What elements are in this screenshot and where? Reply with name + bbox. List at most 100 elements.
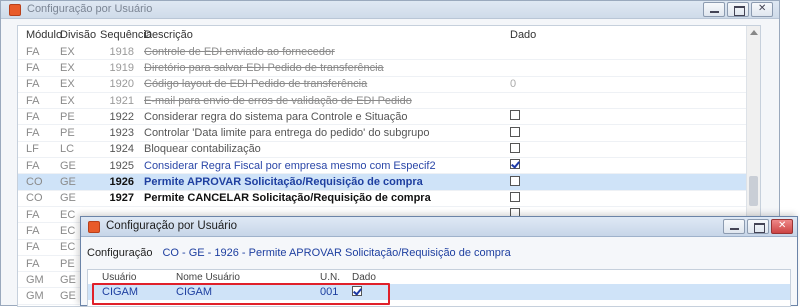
close-icon[interactable] [751,2,773,17]
user-config-dialog: Configuração por Usuário Configuração CO… [80,216,798,307]
user-grid: Usuário Nome Usuário U.N. Dado CIGAM CIG… [87,269,791,307]
modulo-cell: FA [26,78,40,91]
scrollbar-thumb[interactable] [749,176,758,206]
dado-cell: 0 [510,78,517,91]
table-row[interactable]: FA PE 1923 Controlar 'Data limite para entr… [18,125,760,142]
modulo-cell: GM [26,290,44,303]
dialog-title: Configuração por Usuário [106,220,238,232]
table-row[interactable]: FA EX 1920 Código layout de EDI Pedido de t… [18,77,760,93]
divisao-cell: EX [60,94,75,107]
sequencia-cell: 1926 [109,176,134,189]
modulo-cell: FA [26,224,40,237]
dado-checkbox[interactable] [510,175,520,186]
modulo-cell: FA [26,127,40,140]
column-header-dado[interactable]: Dado [502,29,562,41]
modulo-cell: GM [26,273,44,286]
close-icon[interactable] [771,219,793,234]
dado-cell [502,191,562,205]
dado-cell [502,126,562,140]
table-row[interactable]: CO GE 1927 Permite CANCELAR Solicitação/Req… [18,191,760,207]
modulo-cell: FA [26,159,40,172]
descricao-cell: Considerar regra do sistema para Control… [144,110,408,123]
descricao-cell: Código layout de EDI Pedido de transferê… [144,78,368,91]
minimize-icon[interactable] [703,2,725,17]
config-value: CO - GE - 1926 - Permite APROVAR Solicit… [162,247,511,259]
table-row[interactable]: CO GE 1926 Permite APROVAR Solicitação/Requ… [18,174,760,191]
column-header-sequencia[interactable]: Sequência [96,29,152,41]
grid-header: Módulo Divisão Sequência Descrição Dado [18,26,760,44]
table-row[interactable]: FA EX 1921 E-mail para envio de erros de va… [18,93,760,110]
column-header-descricao[interactable]: Descrição [142,29,502,41]
descricao-cell: E-mail para envio de erros de validação … [144,94,412,107]
descricao-cell: Diretório para salvar EDI Pedido de tran… [144,61,384,74]
modulo-cell: FA [26,61,40,74]
divisao-cell: GE [60,159,76,172]
dialog-title-bar: Configuração por Usuário [81,217,797,237]
minimize-icon[interactable] [723,219,745,234]
sequencia-cell: 1925 [109,159,134,172]
table-row[interactable]: FA EX 1919 Diretório para salvar EDI Pedido… [18,60,760,77]
descricao-cell: Bloquear contabilização [144,143,261,156]
dado-checkbox[interactable] [510,142,520,153]
divisao-cell: GE [60,192,76,205]
column-header-nome-usuario[interactable]: Nome Usuário [164,272,320,283]
sequencia-cell: 1920 [109,78,134,91]
modulo-cell: FA [26,110,40,123]
divisao-cell: PE [60,127,75,140]
user-grid-header: Usuário Nome Usuário U.N. Dado [88,270,790,284]
window-title: Configuração por Usuário [27,3,153,15]
dado-cell [502,142,562,156]
descricao-cell: Controlar 'Data limite para entrega do p… [144,127,430,140]
maximize-icon[interactable] [747,219,769,234]
sequencia-cell: 1921 [109,94,134,107]
modulo-cell: FA [26,45,40,58]
table-row[interactable]: FA PE 1922 Considerar regra do sistema para… [18,109,760,126]
table-row[interactable]: FA GE 1925 Considerar Regra Fiscal por empr… [18,158,760,175]
divisao-cell: EX [60,61,75,74]
modulo-cell: CO [26,176,43,189]
scroll-up-icon[interactable] [750,30,758,35]
divisao-cell: PE [60,110,75,123]
sequencia-cell: 1922 [109,110,134,123]
dado-checkbox[interactable] [510,110,520,121]
divisao-cell: EX [60,78,75,91]
app-icon [9,4,21,16]
table-row[interactable]: FA EX 1918 Controle de EDI enviado ao forne… [18,44,760,61]
app-icon [88,221,100,233]
red-highlight-box [92,283,390,305]
descricao-cell: Considerar Regra Fiscal por empresa mesm… [144,159,436,172]
sequencia-cell: 1927 [109,192,134,205]
window-controls [703,2,773,17]
dado-cell [502,175,562,189]
divisao-cell: GE [60,176,76,189]
divisao-cell: EX [60,45,75,58]
descricao-cell: Controle de EDI enviado ao fornecedor [144,45,335,58]
column-header-usuario[interactable]: Usuário [88,272,164,283]
table-row[interactable]: LF LC 1924 Bloquear contabilização [18,142,760,159]
column-header-dado[interactable]: Dado [348,272,388,283]
dialog-controls [723,219,793,234]
descricao-cell: Permite CANCELAR Solicitação/Requisição … [144,192,431,205]
modulo-cell: FA [26,208,40,221]
sequencia-cell: 1923 [109,127,134,140]
column-header-divisao[interactable]: Divisão [54,29,96,41]
dado-checkbox[interactable] [510,191,520,202]
sequencia-cell: 1918 [109,45,134,58]
modulo-cell: CO [26,192,43,205]
config-label: Configuração [87,247,153,259]
column-header-un[interactable]: U.N. [320,272,348,283]
maximize-icon[interactable] [727,2,749,17]
descricao-cell: Permite APROVAR Solicitação/Requisição d… [144,176,423,189]
divisao-cell: LC [60,143,75,156]
dado-cell [502,110,562,123]
dado-checkbox[interactable] [510,159,520,170]
title-bar: Configuração por Usuário [1,1,779,19]
dado-cell [502,159,562,172]
config-line: Configuração CO - GE - 1926 - Permite AP… [87,247,511,259]
dado-checkbox[interactable] [510,126,520,137]
modulo-cell: FA [26,257,40,270]
modulo-cell: FA [26,94,40,107]
sequencia-cell: 1924 [109,143,134,156]
modulo-cell: LF [26,143,39,156]
column-header-modulo[interactable]: Módulo [18,29,62,41]
